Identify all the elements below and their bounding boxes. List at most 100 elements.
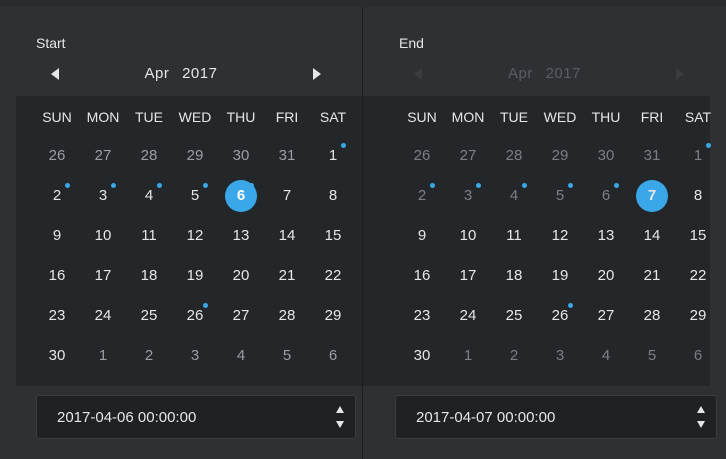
day-cell[interactable]: 26: [399, 141, 445, 171]
day-cell[interactable]: 9: [34, 221, 80, 251]
next-month-icon[interactable]: [313, 68, 321, 80]
day-cell[interactable]: 23: [399, 301, 445, 331]
day-cell[interactable]: 16: [34, 261, 80, 291]
day-cell[interactable]: 26: [537, 301, 583, 331]
day-cell[interactable]: 29: [537, 141, 583, 171]
start-datetime-field[interactable]: [36, 395, 356, 439]
day-cell[interactable]: 21: [264, 261, 310, 291]
end-datetime-field[interactable]: [395, 395, 717, 439]
day-cell[interactable]: 6: [310, 341, 356, 371]
day-cell[interactable]: 22: [675, 261, 721, 291]
day-cell[interactable]: 17: [80, 261, 126, 291]
day-cell[interactable]: 18: [126, 261, 172, 291]
day-cell[interactable]: 11: [491, 221, 537, 251]
day-cell[interactable]: 29: [310, 301, 356, 331]
day-cell[interactable]: 3: [80, 181, 126, 211]
day-cell[interactable]: 10: [445, 221, 491, 251]
day-cell[interactable]: 30: [218, 141, 264, 171]
day-number: 11: [141, 227, 157, 244]
start-year[interactable]: 2017: [182, 65, 217, 82]
day-cell[interactable]: 27: [218, 301, 264, 331]
day-cell[interactable]: 15: [675, 221, 721, 251]
day-cell[interactable]: 31: [264, 141, 310, 171]
day-cell[interactable]: 3: [172, 341, 218, 371]
day-cell[interactable]: 30: [399, 341, 445, 371]
day-cell[interactable]: 12: [172, 221, 218, 251]
day-cell[interactable]: 2: [126, 341, 172, 371]
selected-day-cell[interactable]: 6: [218, 180, 264, 212]
day-number: 18: [140, 267, 158, 284]
day-cell[interactable]: 1: [80, 341, 126, 371]
day-cell[interactable]: 13: [583, 221, 629, 251]
day-cell[interactable]: 7: [264, 181, 310, 211]
spin-up-icon[interactable]: [336, 406, 344, 413]
day-cell[interactable]: 29: [172, 141, 218, 171]
day-cell[interactable]: 4: [218, 341, 264, 371]
day-cell[interactable]: 24: [445, 301, 491, 331]
day-cell[interactable]: 28: [491, 141, 537, 171]
day-cell[interactable]: 2: [34, 181, 80, 211]
day-cell[interactable]: 27: [583, 301, 629, 331]
day-cell[interactable]: 30: [34, 341, 80, 371]
start-datetime-input[interactable]: [37, 396, 317, 438]
day-cell[interactable]: 26: [172, 301, 218, 331]
day-cell[interactable]: 6: [583, 181, 629, 211]
end-datetime-input[interactable]: [396, 396, 676, 438]
day-cell[interactable]: 22: [310, 261, 356, 291]
day-cell[interactable]: 11: [126, 221, 172, 251]
day-cell[interactable]: 18: [491, 261, 537, 291]
day-number: 6: [601, 187, 611, 204]
day-cell[interactable]: 1: [445, 341, 491, 371]
day-cell[interactable]: 27: [80, 141, 126, 171]
day-cell[interactable]: 14: [264, 221, 310, 251]
day-cell[interactable]: 29: [675, 301, 721, 331]
day-cell[interactable]: 17: [445, 261, 491, 291]
day-cell[interactable]: 20: [583, 261, 629, 291]
day-cell[interactable]: 3: [537, 341, 583, 371]
day-cell[interactable]: 19: [537, 261, 583, 291]
day-cell[interactable]: 16: [399, 261, 445, 291]
day-cell[interactable]: 28: [126, 141, 172, 171]
day-cell[interactable]: 5: [172, 181, 218, 211]
day-cell[interactable]: 27: [445, 141, 491, 171]
day-cell[interactable]: 24: [80, 301, 126, 331]
day-cell[interactable]: 6: [675, 341, 721, 371]
weekday-label: THU: [591, 109, 621, 125]
day-cell[interactable]: 4: [126, 181, 172, 211]
day-cell[interactable]: 19: [172, 261, 218, 291]
day-cell[interactable]: 25: [491, 301, 537, 331]
day-cell[interactable]: 23: [34, 301, 80, 331]
spin-down-icon[interactable]: [697, 421, 705, 428]
day-cell[interactable]: 2: [491, 341, 537, 371]
day-cell[interactable]: 25: [126, 301, 172, 331]
day-cell[interactable]: 4: [583, 341, 629, 371]
day-cell[interactable]: 1: [675, 141, 721, 171]
day-cell[interactable]: 2: [399, 181, 445, 211]
day-cell[interactable]: 3: [445, 181, 491, 211]
day-cell[interactable]: 10: [80, 221, 126, 251]
day-cell[interactable]: 21: [629, 261, 675, 291]
day-cell[interactable]: 8: [310, 181, 356, 211]
day-cell[interactable]: 28: [264, 301, 310, 331]
day-cell[interactable]: 8: [675, 181, 721, 211]
day-cell[interactable]: 4: [491, 181, 537, 211]
day-cell[interactable]: 12: [537, 221, 583, 251]
day-cell[interactable]: 5: [264, 341, 310, 371]
start-month[interactable]: Apr: [145, 65, 170, 82]
day-cell[interactable]: 15: [310, 221, 356, 251]
day-cell[interactable]: 14: [629, 221, 675, 251]
day-cell[interactable]: 26: [34, 141, 80, 171]
selected-day-cell[interactable]: 7: [629, 180, 675, 212]
day-cell[interactable]: 5: [629, 341, 675, 371]
day-cell[interactable]: 28: [629, 301, 675, 331]
day-cell[interactable]: 5: [537, 181, 583, 211]
spin-down-icon[interactable]: [336, 421, 344, 428]
day-cell[interactable]: 20: [218, 261, 264, 291]
day-cell[interactable]: 13: [218, 221, 264, 251]
spin-up-icon[interactable]: [697, 406, 705, 413]
day-number: 30: [232, 147, 250, 164]
day-cell[interactable]: 9: [399, 221, 445, 251]
day-cell[interactable]: 30: [583, 141, 629, 171]
day-cell[interactable]: 1: [310, 141, 356, 171]
day-cell[interactable]: 31: [629, 141, 675, 171]
